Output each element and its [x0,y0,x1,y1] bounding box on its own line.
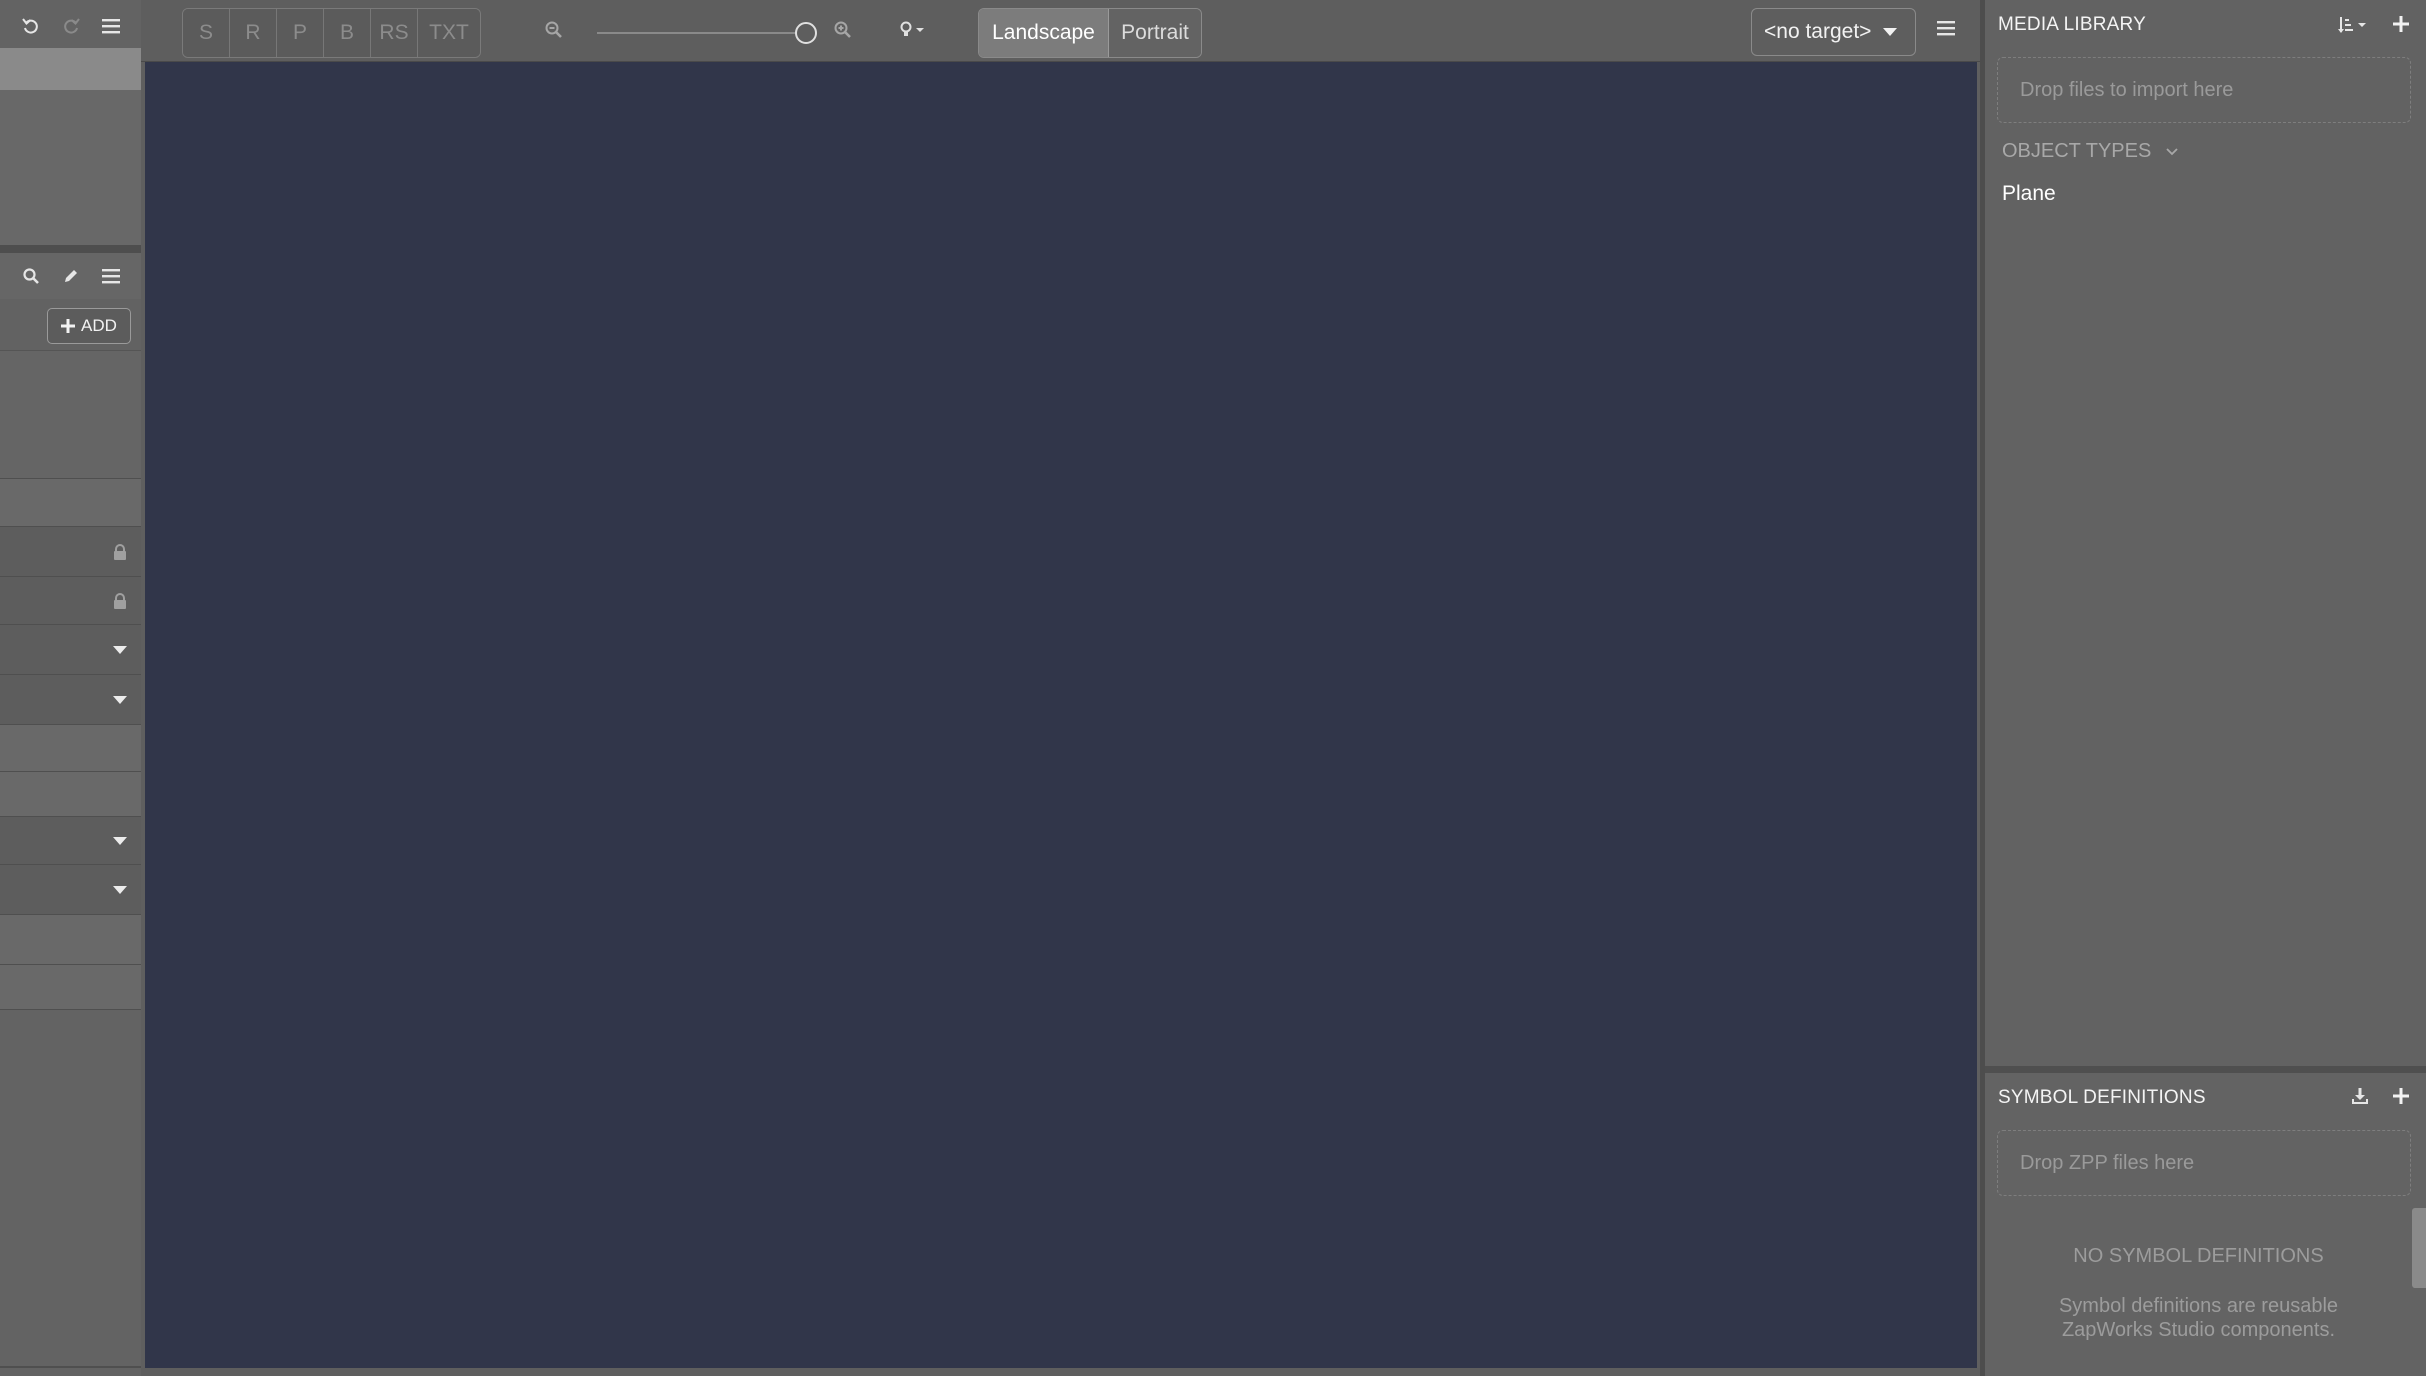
position-mode-button[interactable]: P [277,9,324,57]
empty-state-description: Symbol definitions are reusable ZapWorks… [2058,1295,2339,1341]
sort-dropdown[interactable] [2338,14,2372,36]
rotate-mode-button[interactable]: R [230,9,277,57]
orientation-toggle: Landscape Portrait [978,8,1202,58]
zoom-slider-handle[interactable] [795,22,817,44]
timeline-splitter[interactable] [141,1368,1980,1376]
chevron-down-icon [2166,148,2178,156]
zpp-drop-zone[interactable]: Drop ZPP files here [1997,1130,2411,1196]
zoom-out-icon[interactable] [544,20,564,40]
viewport-menu-icon[interactable] [1937,20,1955,36]
caret-down-icon [113,695,127,704]
properties-toolbar [0,253,141,299]
pencil-icon[interactable] [57,262,85,290]
panel-splitter[interactable] [1985,1066,2426,1073]
scene-viewport[interactable] [145,62,1977,1368]
hierarchy-tree [0,90,141,245]
lighting-dropdown[interactable] [898,20,928,40]
caret-down-icon [113,836,127,845]
symbol-definitions-title: SYMBOL DEFINITIONS [1998,1087,2206,1108]
caret-down-icon [1883,28,1898,36]
property-row[interactable] [0,577,141,625]
media-drop-zone[interactable]: Drop files to import here [1997,57,2411,123]
empty-state-title: NO SYMBOL DEFINITIONS [2073,1245,2324,1267]
hierarchy-selected-row[interactable] [0,48,141,90]
sort-icon [2338,17,2366,33]
panel-splitter[interactable] [0,245,141,253]
lock-icon [114,592,126,609]
lightbulb-icon [900,21,924,36]
redo-icon[interactable] [57,12,85,40]
undo-icon[interactable] [17,12,45,40]
property-row [0,479,141,527]
target-dropdown-value: <no target> [1764,20,1872,43]
property-dropdown-row[interactable] [0,865,141,915]
landscape-button[interactable]: Landscape [979,9,1109,57]
object-type-plane[interactable]: Plane [2002,182,2056,206]
property-row [0,772,141,817]
media-library-title: MEDIA LIBRARY [1998,14,2146,35]
property-row [0,965,141,1010]
menu-icon[interactable] [97,12,125,40]
portrait-button[interactable]: Portrait [1109,9,1201,57]
zoom-slider-track[interactable] [597,32,797,34]
caret-down-icon [113,885,127,894]
list-icon[interactable] [97,262,125,290]
zoom-in-icon[interactable] [833,20,853,40]
property-row[interactable] [0,527,141,577]
property-dropdown-row[interactable] [0,817,141,865]
property-row [0,915,141,965]
relative-scale-mode-button[interactable]: RS [371,9,418,57]
add-button-label: ADD [81,316,117,335]
property-row [0,725,141,772]
property-dropdown-row[interactable] [0,675,141,725]
lock-icon [114,543,126,560]
add-media-icon[interactable] [2393,16,2409,32]
scale-mode-button[interactable]: S [183,9,230,57]
property-row [0,351,141,479]
property-dropdown-row[interactable] [0,625,141,675]
object-types-label: OBJECT TYPES [2002,140,2152,162]
search-icon[interactable] [17,262,45,290]
add-row: ADD [0,299,141,351]
plus-icon [61,319,76,333]
add-button[interactable]: ADD [47,308,131,344]
viewport-toolbar: S R P B RS TXT Landscape Portrait <no ta… [141,0,1980,62]
bounds-mode-button[interactable]: B [324,9,371,57]
text-mode-button[interactable]: TXT [418,9,480,57]
symbol-definitions-panel: SYMBOL DEFINITIONS Drop ZPP files here N… [1985,1073,2426,1376]
panel-bottom-border [0,1366,141,1368]
import-symbol-icon[interactable] [2351,1087,2369,1105]
scrollbar-thumb[interactable] [2412,1208,2426,1288]
transform-mode-group: S R P B RS TXT [182,8,481,58]
target-dropdown[interactable]: <no target> [1751,8,1916,56]
add-symbol-icon[interactable] [2393,1088,2409,1104]
object-types-header[interactable]: OBJECT TYPES [2002,140,2179,163]
caret-down-icon [113,645,127,654]
